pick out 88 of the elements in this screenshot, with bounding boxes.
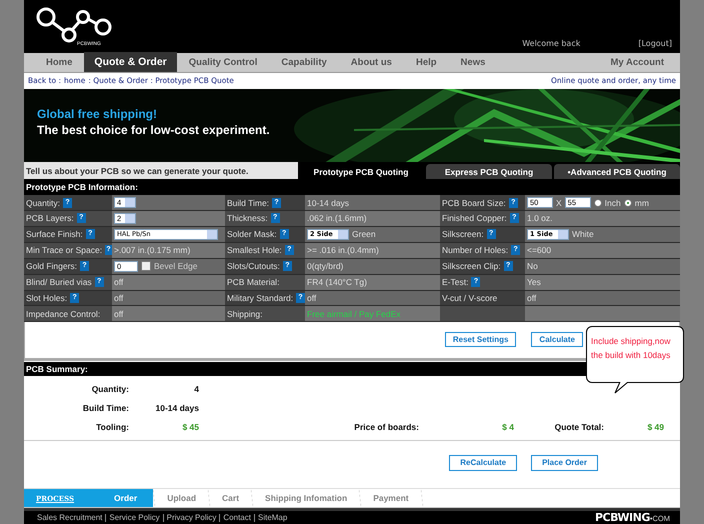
banner-headline: Global free shipping!: [37, 107, 158, 122]
checkbox[interactable]: [141, 261, 151, 272]
field-value: White: [572, 229, 594, 240]
nav-item[interactable]: Home: [34, 52, 84, 72]
process-step[interactable]: Order: [98, 489, 154, 507]
field-label: Quantity:: [26, 198, 60, 208]
account-link[interactable]: My Account: [598, 52, 680, 72]
nav-item[interactable]: Quality Control: [176, 52, 270, 72]
field-label: Impedance Control:: [26, 308, 100, 319]
callout-tail: [614, 382, 630, 394]
field-value: Yes: [527, 277, 541, 288]
field-value: Green: [352, 229, 376, 240]
field-label: PCB Board Size:: [442, 198, 506, 208]
tab[interactable]: •Advanced PCB Quoting: [554, 164, 680, 180]
intro-text: Tell us about your PCB so we can generate your quote.: [24, 162, 298, 180]
welcome-text: Welcome back: [522, 38, 580, 48]
footer-link[interactable]: Sales Recruitment: [37, 513, 102, 522]
summary-value: $ 4: [501, 422, 514, 432]
summary-button[interactable]: Place Order: [531, 454, 598, 471]
summary-value: $ 49: [646, 422, 664, 432]
radio-button[interactable]: [624, 198, 632, 207]
field-label: Solder Mask:: [227, 229, 277, 240]
field-value: off: [307, 292, 316, 303]
field-value: off: [114, 277, 124, 288]
field-label: Shipping:: [227, 308, 262, 319]
field-label: Silkscreen Clip:: [442, 261, 501, 272]
field-value: X: [556, 198, 562, 208]
field-value: >= .016 in.(0.4mm): [307, 245, 379, 256]
field-label: E-Test:: [442, 277, 468, 288]
footer-link[interactable]: Privacy Policy: [166, 513, 216, 522]
field-label: Silkscreen:: [442, 229, 484, 240]
nav-item[interactable]: About us: [338, 52, 404, 72]
summary-button[interactable]: ReCalculate: [449, 454, 518, 471]
field-label: Surface Finish:: [26, 229, 83, 240]
footer-link[interactable]: Service Policy: [109, 513, 160, 522]
summary-value: $ 45: [181, 422, 199, 432]
summary-value: 4: [193, 384, 199, 394]
tab[interactable]: Express PCB Quoting: [426, 164, 552, 180]
footer-link[interactable]: Contact: [223, 513, 251, 522]
nav-item[interactable]: Capability: [269, 52, 339, 72]
field-label: PCB Layers:: [26, 213, 74, 224]
field-value: off: [527, 292, 536, 303]
logout-link[interactable]: [Logout]: [638, 38, 672, 48]
field-value: >.007 in.(0.175 mm): [114, 245, 190, 256]
field-label: Slots/Cutouts:: [227, 261, 280, 272]
summary-label: Quantity:: [90, 384, 129, 394]
summary-label: Price of boards:: [353, 422, 419, 432]
summary-label: Tooling:: [95, 422, 129, 432]
checkbox-label: Bevel Edge: [154, 261, 198, 272]
field-label: Thickness:: [227, 213, 268, 224]
shipping-tooltip: Include shipping,now the build with 10days: [586, 326, 684, 383]
field-value: off: [114, 308, 124, 319]
form-button[interactable]: Reset Settings: [444, 332, 516, 348]
field-value: off: [114, 292, 124, 303]
form-button[interactable]: Calculate: [531, 332, 583, 348]
radio-label: mm: [634, 198, 649, 208]
field-value: No: [527, 261, 538, 272]
field-value: FR4 (140°C Tg): [307, 277, 367, 288]
field-label: Blind/ Buried vias: [26, 277, 92, 288]
field-value: .062 in.(1.6mm): [307, 213, 367, 224]
footer-link[interactable]: SiteMap: [258, 513, 288, 522]
nav-item[interactable]: Quote & Order: [84, 52, 177, 72]
radio-label: Inch: [604, 198, 621, 208]
summary-value: 10-14 days: [154, 403, 199, 414]
nav-item[interactable]: Help: [404, 52, 449, 72]
section-header: Prototype PCB Information:: [24, 179, 680, 196]
field-label: PCB Material:: [227, 277, 280, 288]
field-value: 10-14 days: [307, 198, 350, 208]
field-label: Finished Copper:: [442, 213, 507, 224]
banner-subline: The best choice for low-cost experiment.: [37, 123, 270, 138]
summary-label: Quote Total:: [554, 422, 604, 432]
field-label: Min Trace or Space:: [26, 245, 102, 256]
footer-brand: PCBWING: [594, 511, 650, 524]
field-label: V-cut / V-score: [442, 292, 498, 303]
radio-button[interactable]: [594, 198, 602, 207]
nav-item[interactable]: News: [448, 52, 498, 72]
field-value: 0(qty/brd): [307, 261, 344, 272]
shipping-value: Free airmail / Pay FedEx: [307, 308, 401, 319]
field-label: Military Standard:: [227, 292, 294, 303]
field-label: Build Time:: [227, 198, 270, 208]
summary-label: Build Time:: [82, 403, 129, 414]
logo-icon: [36, 6, 114, 44]
field-label: Smallest Hole:: [227, 245, 282, 256]
field-label: Gold Fingers:: [26, 261, 78, 272]
field-label: Slot Holes:: [26, 292, 68, 303]
field-value: 1.0 oz.: [527, 213, 553, 224]
field-value: <=600: [527, 245, 552, 256]
field-label: Number of Holes:: [442, 245, 508, 256]
